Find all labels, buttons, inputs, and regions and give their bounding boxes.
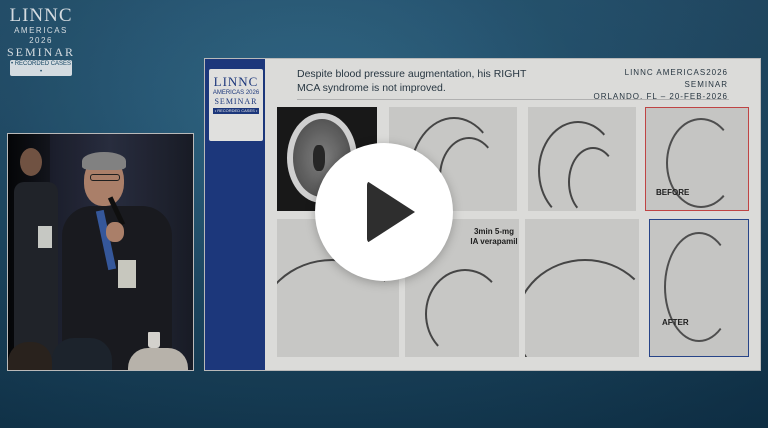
play-icon: [367, 181, 415, 243]
play-button[interactable]: [315, 143, 453, 281]
